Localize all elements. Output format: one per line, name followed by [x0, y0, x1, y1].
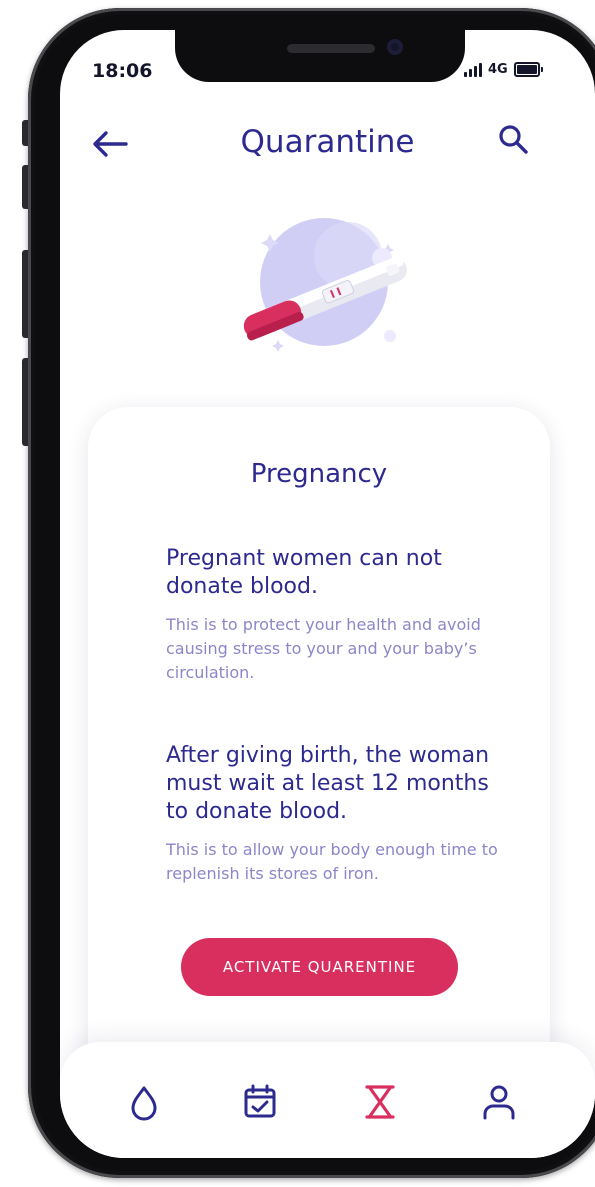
tab-donations[interactable]: [122, 1080, 166, 1124]
phone-side-button: [22, 120, 28, 146]
search-icon: [499, 125, 528, 154]
search-button[interactable]: [496, 122, 532, 158]
tab-quarantine[interactable]: [358, 1080, 402, 1124]
rule-heading: Pregnant women can not donate blood.: [166, 546, 442, 599]
battery-icon: [513, 62, 543, 77]
app-screen: 18:06 4G Quarantine Pregnancy Pregnant w…: [60, 30, 595, 1158]
network-type: 4G: [488, 62, 508, 77]
calendar-check-icon: [244, 1084, 276, 1118]
rule-description: This is to protect your health and avoid…: [166, 615, 481, 682]
status-indicators: 4G: [464, 62, 543, 77]
device-notch: [175, 30, 465, 82]
rule-item: Pregnant women can not donate blood. Thi…: [166, 545, 506, 685]
bottom-tab-bar: [60, 1042, 595, 1158]
signal-icon: [464, 62, 482, 77]
activate-quarantine-button[interactable]: ACTIVATE QUARENTINE: [181, 938, 458, 996]
drop-icon: [131, 1086, 157, 1121]
rule-item: After giving birth, the woman must wait …: [166, 742, 506, 886]
speaker-grille: [287, 44, 375, 53]
card-title: Pregnancy: [250, 459, 388, 489]
rule-heading: After giving birth, the woman must wait …: [166, 743, 490, 824]
phone-side-button: [22, 165, 28, 209]
phone-side-button: [22, 358, 28, 446]
tab-profile[interactable]: [477, 1080, 521, 1124]
tab-calendar[interactable]: [238, 1080, 282, 1124]
user-icon: [483, 1085, 515, 1120]
hourglass-icon: [365, 1085, 395, 1119]
pregnancy-test-illustration: [220, 216, 420, 366]
rule-description: This is to allow your body enough time t…: [166, 840, 498, 883]
status-time: 18:06: [92, 60, 153, 82]
front-camera: [387, 39, 403, 55]
phone-side-button: [22, 250, 28, 338]
top-app-bar: Quarantine: [60, 118, 595, 168]
